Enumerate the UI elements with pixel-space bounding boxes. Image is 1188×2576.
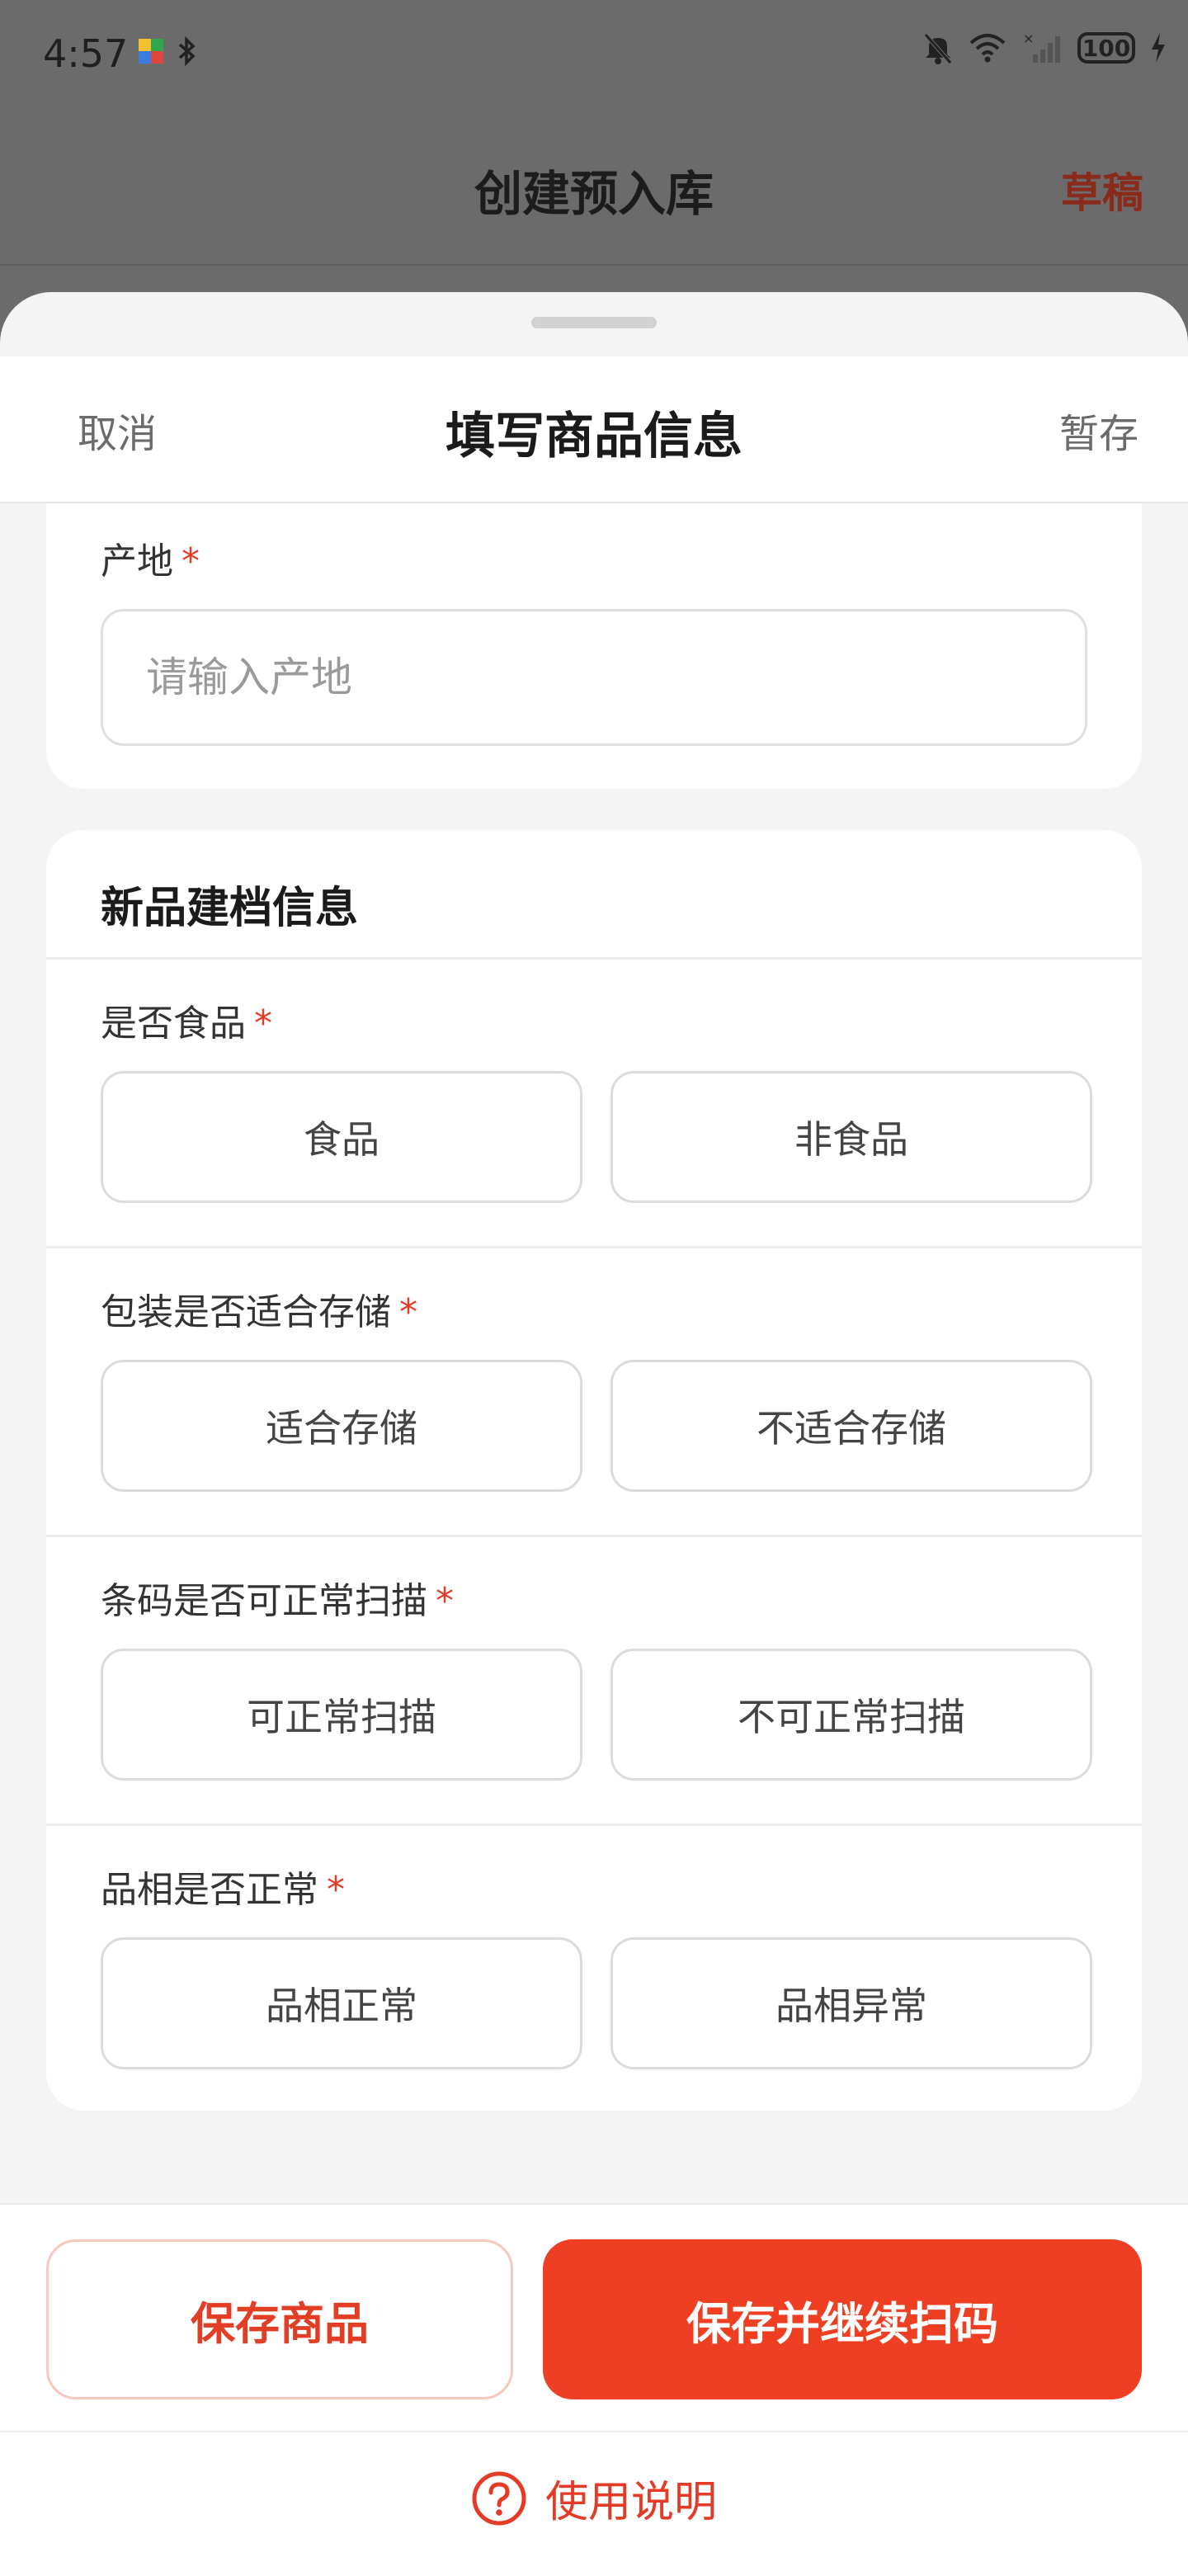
wifi-icon bbox=[969, 34, 1006, 63]
status-time: 4:57 bbox=[43, 31, 129, 76]
appearance-label: 品相是否正常 * bbox=[101, 1860, 345, 1913]
section-divider bbox=[46, 957, 1142, 960]
required-mark: * bbox=[182, 540, 200, 583]
sheet-drag-handle[interactable] bbox=[531, 317, 657, 328]
save-and-continue-scan-button[interactable]: 保存并继续扫码 bbox=[543, 2239, 1142, 2399]
sheet-header: 取消 填写商品信息 暂存 bbox=[0, 356, 1188, 503]
status-bar: 4:57 × 100 bbox=[0, 0, 1188, 112]
option-not-suitable-storage[interactable]: 不适合存储 bbox=[610, 1360, 1092, 1492]
origin-input[interactable] bbox=[101, 609, 1087, 746]
status-left-icons bbox=[137, 36, 198, 66]
question-divider bbox=[46, 1535, 1142, 1537]
packaging-storage-label-text: 包装是否适合存储 bbox=[101, 1291, 391, 1333]
charging-icon bbox=[1152, 33, 1165, 63]
required-mark: * bbox=[327, 1869, 345, 1911]
option-appearance-abnormal[interactable]: 品相异常 bbox=[610, 1937, 1092, 2069]
option-not-scannable[interactable]: 不可正常扫描 bbox=[610, 1649, 1092, 1781]
option-suitable-storage[interactable]: 适合存储 bbox=[101, 1360, 582, 1492]
origin-card: 产地 * bbox=[46, 503, 1142, 789]
cancel-button[interactable]: 取消 bbox=[78, 401, 157, 459]
footer-action-bar: 保存商品 保存并继续扫码 使用说明 bbox=[0, 2203, 1188, 2576]
origin-label: 产地 * bbox=[101, 531, 200, 584]
origin-label-text: 产地 bbox=[101, 540, 173, 583]
usage-guide-link[interactable]: 使用说明 bbox=[0, 2467, 1188, 2529]
appearance-label-text: 品相是否正常 bbox=[101, 1869, 318, 1911]
new-product-info-card: 新品建档信息 是否食品 * 食品 非食品 包装是否适合存储 * 适合存储 不适合存储… bbox=[46, 830, 1142, 2111]
barcode-scan-label: 条码是否可正常扫描 * bbox=[101, 1571, 454, 1624]
required-mark: * bbox=[399, 1291, 417, 1333]
option-food[interactable]: 食品 bbox=[101, 1071, 582, 1203]
option-scannable[interactable]: 可正常扫描 bbox=[101, 1649, 582, 1781]
is-food-label-text: 是否食品 bbox=[101, 1003, 246, 1045]
mute-bell-icon bbox=[924, 33, 952, 64]
barcode-scan-label-text: 条码是否可正常扫描 bbox=[101, 1580, 427, 1622]
bluetooth-icon bbox=[178, 36, 196, 66]
background-page-title: 创建预入库 bbox=[474, 166, 714, 222]
required-mark: * bbox=[254, 1003, 272, 1045]
battery-indicator: 100 bbox=[1077, 32, 1135, 64]
app-notification-icon bbox=[139, 39, 163, 64]
save-draft-button[interactable]: 暂存 bbox=[1059, 401, 1138, 459]
section-title: 新品建档信息 bbox=[101, 884, 359, 933]
usage-guide-label: 使用说明 bbox=[544, 2478, 717, 2527]
option-appearance-normal[interactable]: 品相正常 bbox=[101, 1937, 582, 2069]
signal-icon: × bbox=[1023, 31, 1060, 63]
question-divider bbox=[46, 1246, 1142, 1248]
svg-text:×: × bbox=[1023, 31, 1034, 46]
save-product-button[interactable]: 保存商品 bbox=[46, 2239, 513, 2399]
option-non-food[interactable]: 非食品 bbox=[610, 1071, 1092, 1203]
is-food-label: 是否食品 * bbox=[101, 993, 272, 1046]
packaging-storage-label: 包装是否适合存储 * bbox=[101, 1282, 417, 1335]
sheet-title: 填写商品信息 bbox=[446, 408, 742, 465]
footer-divider bbox=[0, 2431, 1188, 2432]
status-right-icons: × 100 bbox=[922, 31, 1167, 64]
draft-button[interactable]: 草稿 bbox=[1061, 160, 1143, 219]
question-divider bbox=[46, 1823, 1142, 1826]
required-mark: * bbox=[436, 1580, 454, 1622]
help-circle-icon bbox=[472, 2471, 526, 2525]
